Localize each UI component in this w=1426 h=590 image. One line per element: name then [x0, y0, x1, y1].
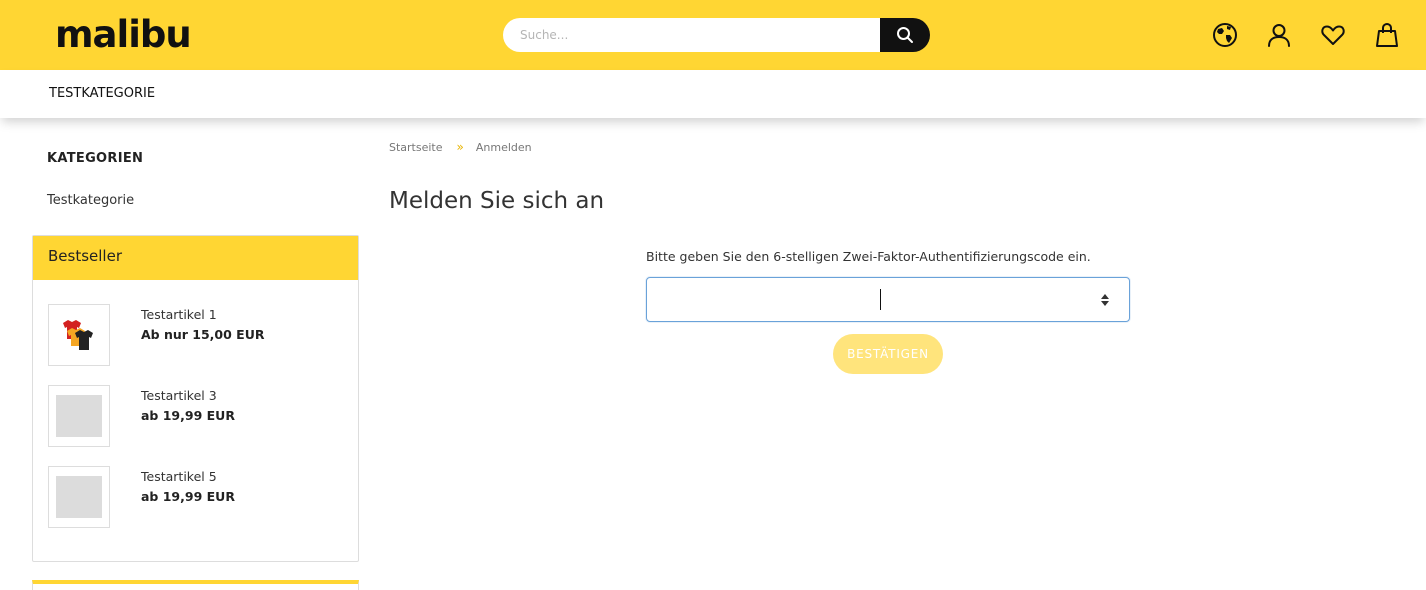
placeholder-image	[56, 395, 102, 437]
confirm-button[interactable]: BESTÄTIGEN	[833, 334, 943, 374]
chevron-down-icon	[1101, 301, 1109, 306]
two-factor-instruction: Bitte geben Sie den 6-stelligen Zwei-Fak…	[646, 249, 1091, 264]
page-title: Melden Sie sich an	[389, 188, 605, 214]
product-thumbnail[interactable]	[48, 304, 110, 366]
search-icon	[897, 27, 913, 43]
product-name[interactable]: Testartikel 3	[141, 388, 217, 403]
language-button[interactable]	[1210, 20, 1240, 50]
logo[interactable]: malibu	[55, 13, 192, 57]
product-name[interactable]: Testartikel 5	[141, 469, 217, 484]
bestseller-item[interactable]: Testartikel 1 Ab nur 15,00 EUR	[48, 304, 348, 366]
bestseller-heading: Bestseller	[33, 236, 358, 280]
user-icon	[1268, 24, 1290, 47]
breadcrumb-home[interactable]: Startseite	[389, 141, 443, 154]
account-button[interactable]	[1264, 20, 1294, 50]
bestseller-item[interactable]: Testartikel 5 ab 19,99 EUR	[48, 466, 348, 528]
chevron-up-icon	[1101, 294, 1109, 299]
search-input[interactable]	[503, 18, 903, 52]
search-button[interactable]	[880, 18, 930, 52]
sidebar-next-box	[32, 580, 359, 590]
wishlist-button[interactable]	[1318, 20, 1348, 50]
search-bar	[503, 18, 930, 52]
placeholder-image	[56, 476, 102, 518]
breadcrumb-current: Anmelden	[475, 140, 532, 154]
product-price: ab 19,99 EUR	[141, 408, 235, 423]
number-stepper[interactable]	[1098, 290, 1112, 310]
bestseller-box: Bestseller Testartikel 1 Ab nur 15,00 EU…	[32, 235, 359, 562]
header-actions	[1210, 20, 1402, 50]
globe-icon	[1213, 23, 1237, 47]
product-thumbnail[interactable]	[48, 466, 110, 528]
category-link-testkategorie[interactable]: Testkategorie	[47, 193, 134, 208]
product-price: Ab nur 15,00 EUR	[141, 327, 265, 342]
bestseller-item[interactable]: Testartikel 3 ab 19,99 EUR	[48, 385, 348, 447]
product-price: ab 19,99 EUR	[141, 489, 235, 504]
two-factor-code-input[interactable]	[646, 277, 1130, 322]
bag-icon	[1376, 22, 1398, 47]
nav-item-testkategorie[interactable]: TESTKATEGORIE	[49, 86, 155, 101]
cart-button[interactable]	[1372, 20, 1402, 50]
text-caret	[880, 289, 881, 310]
site-header: malibu	[0, 0, 1426, 70]
product-thumbnail[interactable]	[48, 385, 110, 447]
product-name[interactable]: Testartikel 1	[141, 307, 217, 322]
tshirts-image	[63, 320, 93, 350]
breadcrumb: Startseite » Anmelden	[389, 140, 532, 154]
main-navigation: TESTKATEGORIE	[0, 70, 1426, 118]
categories-heading: KATEGORIEN	[47, 151, 144, 166]
breadcrumb-separator: »	[456, 140, 464, 154]
heart-icon	[1321, 25, 1345, 45]
